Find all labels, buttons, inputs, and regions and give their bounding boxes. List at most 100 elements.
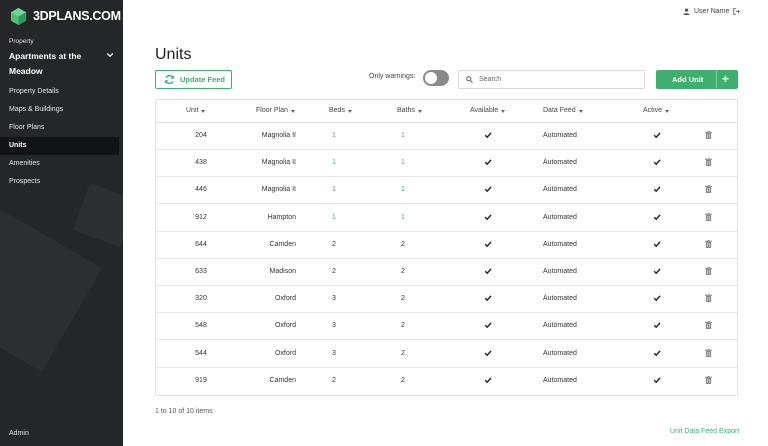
add-unit-button[interactable]: Add Unit + — [656, 70, 738, 89]
user-menu[interactable]: User Name — [683, 8, 741, 15]
data-feed-status: Automated — [543, 240, 577, 248]
table-row[interactable]: 320 Oxford 3 2 Automated — [156, 286, 737, 314]
column-header-data-feed[interactable]: Data Feed — [543, 107, 583, 114]
beds-count: 1 — [332, 159, 336, 167]
table-row[interactable]: 544 Oxford 3 2 Automated — [156, 341, 737, 368]
beds-count: 3 — [332, 349, 336, 357]
add-unit-label: Add Unit — [672, 75, 704, 84]
unit-number: 320 — [195, 295, 207, 303]
sidebar-item-prospects[interactable]: Prospects — [0, 173, 123, 191]
table-row[interactable]: 644 Camden 2 2 Automated — [156, 232, 737, 259]
baths-count: 2 — [401, 295, 405, 303]
trash-icon[interactable] — [705, 294, 712, 304]
column-header-floor-plan[interactable]: Floor Plan — [256, 107, 295, 114]
sidebar-item-admin[interactable]: Admin — [9, 430, 29, 437]
available-check-icon — [484, 213, 492, 223]
trash-icon[interactable] — [705, 375, 712, 386]
trash-icon[interactable] — [705, 185, 712, 195]
floor-plan-name: Magnolia II — [261, 186, 296, 194]
data-feed-status: Automated — [543, 376, 577, 384]
floor-plan-name: Oxford — [274, 322, 296, 330]
trash-icon[interactable] — [705, 212, 712, 223]
toggle-knob — [425, 72, 437, 84]
unit-number: 204 — [195, 132, 207, 139]
trash-icon[interactable] — [705, 131, 712, 141]
unit-number: 633 — [195, 268, 207, 275]
trash-icon[interactable] — [705, 158, 712, 168]
logo-text: 3DPLANS.COM — [33, 9, 121, 23]
available-check-icon — [484, 376, 492, 386]
baths-count: 1 — [401, 159, 405, 167]
floor-plan-name: Oxford — [274, 349, 296, 357]
trash-icon[interactable] — [705, 321, 712, 331]
sort-caret-icon — [417, 109, 422, 113]
plus-icon: + — [722, 72, 730, 86]
baths-count: 2 — [401, 349, 405, 357]
sidebar-item-units[interactable]: Units — [0, 137, 119, 155]
sort-caret-icon — [578, 109, 583, 113]
search-box[interactable] — [458, 70, 645, 89]
baths-count: 2 — [401, 240, 405, 248]
table-row[interactable]: 548 Oxford 3 2 Automated — [156, 313, 737, 341]
sort-caret-icon — [501, 109, 506, 113]
unit-number: 919 — [195, 376, 207, 384]
beds-count: 2 — [332, 376, 336, 384]
unit-number: 544 — [195, 349, 207, 357]
active-check-icon — [653, 213, 661, 223]
table-row[interactable]: 204 Magnolia II 1 1 Automated — [156, 123, 737, 150]
beds-count: 1 — [332, 186, 336, 194]
unit-data-feed-export-link[interactable]: Unit Data Feed Export — [670, 428, 739, 435]
sidebar-item-amenities[interactable]: Amenities — [0, 155, 123, 173]
data-feed-status: Automated — [543, 295, 577, 303]
units-table: Unit Floor Plan Beds Baths Available Dat… — [155, 99, 738, 396]
column-header-beds[interactable]: Beds — [329, 107, 352, 114]
update-feed-label: Update Feed — [180, 75, 226, 84]
trash-icon[interactable] — [705, 239, 712, 250]
sidebar-item-property-details[interactable]: Property Details — [0, 83, 123, 101]
active-check-icon — [653, 321, 661, 331]
table-row[interactable]: 438 Magnolia II 1 1 Automated — [156, 150, 737, 178]
active-check-icon — [653, 131, 661, 141]
sidebar-item-maps-buildings[interactable]: Maps & Buildings — [0, 101, 123, 119]
data-feed-status: Automated — [543, 159, 577, 167]
baths-count: 1 — [401, 186, 405, 194]
column-header-baths[interactable]: Baths — [397, 107, 422, 114]
available-check-icon — [484, 349, 492, 359]
table-row[interactable]: 912 Hampton 1 1 Automated — [156, 205, 737, 232]
unit-number: 446 — [195, 186, 207, 194]
sidebar-item-floor-plans[interactable]: Floor Plans — [0, 119, 123, 137]
only-warnings-toggle[interactable] — [423, 70, 449, 86]
search-input[interactable] — [479, 76, 639, 83]
chevron-down-icon[interactable] — [106, 51, 114, 59]
column-label: Available — [470, 107, 499, 114]
sidebar-nav: Property Details Maps & Buildings Floor … — [0, 83, 123, 191]
available-check-icon — [484, 185, 492, 195]
table-row[interactable]: 919 Camden 2 2 Automated — [156, 368, 737, 395]
trash-icon[interactable] — [705, 267, 712, 277]
floor-plan-name: Camden — [269, 240, 296, 248]
column-header-unit[interactable]: Unit — [186, 107, 206, 114]
trash-icon[interactable] — [705, 348, 712, 359]
update-feed-button[interactable]: Update Feed — [155, 70, 232, 89]
baths-count: 2 — [401, 268, 405, 275]
refresh-icon — [165, 74, 174, 85]
available-check-icon — [484, 294, 492, 304]
property-selector[interactable]: Apartments at the Meadow — [9, 49, 99, 79]
sidebar: 3DPLANS.COM Property Apartments at the M… — [0, 0, 123, 446]
column-header-available[interactable]: Available — [470, 107, 506, 114]
logout-icon[interactable] — [733, 8, 741, 15]
sort-caret-icon — [665, 109, 670, 113]
beds-count: 1 — [332, 132, 336, 139]
table-row[interactable]: 633 Madison 2 2 Automated — [156, 259, 737, 286]
floor-plan-name: Hampton — [267, 213, 296, 221]
column-label: Baths — [397, 107, 415, 114]
active-check-icon — [653, 240, 661, 250]
only-warnings-label: Only warnings: — [369, 73, 416, 80]
available-check-icon — [484, 158, 492, 168]
search-icon — [466, 76, 473, 83]
user-icon — [683, 8, 690, 15]
column-header-active[interactable]: Active — [643, 107, 670, 114]
table-row[interactable]: 446 Magnolia II 1 1 Automated — [156, 177, 737, 205]
baths-count: 2 — [401, 376, 405, 384]
logo[interactable]: 3DPLANS.COM — [9, 6, 121, 26]
